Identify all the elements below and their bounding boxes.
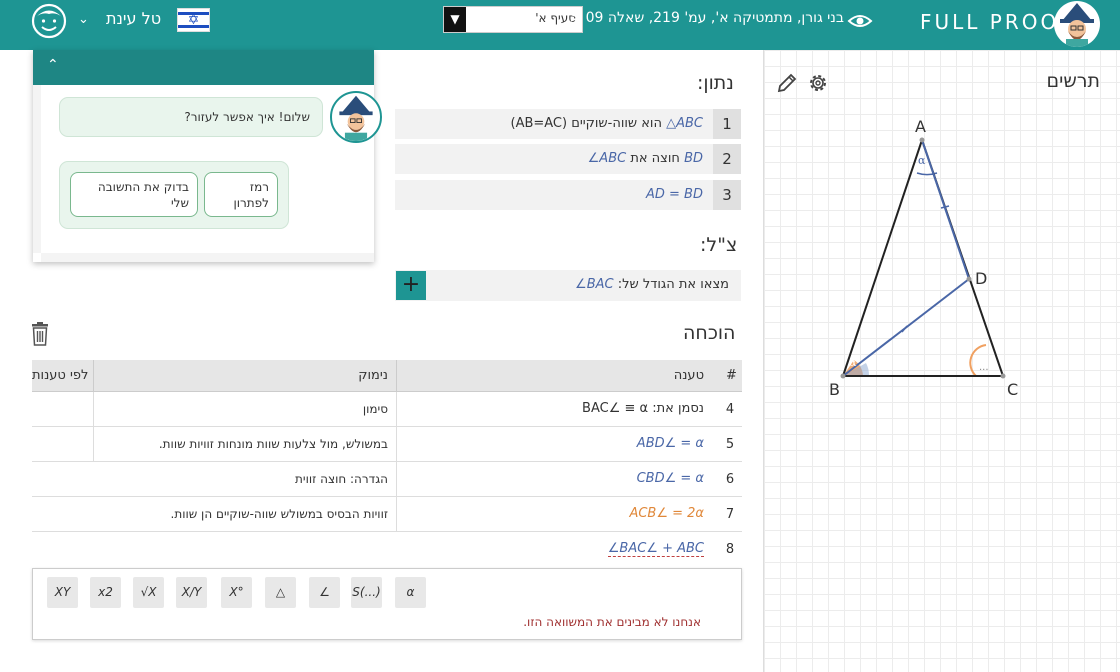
power-button[interactable]: x2 [90,577,121,608]
row-num: 8 [725,542,735,557]
row-reason[interactable]: סימון [363,402,388,416]
chat-header[interactable]: ⌃ [33,50,374,85]
top-bar: ⌄ טל עינת ✡ ▼ סעיף א' בני גורן, מתמטיקה … [0,0,1120,50]
segment-ad[interactable] [921,139,970,280]
row-claim[interactable]: ACB∠ = 2α [629,506,704,521]
given-math: ABC∠ [587,151,627,166]
col-num: # [726,368,737,383]
table-row[interactable]: 7 ACB∠ = 2α זוויות הבסיס במשולש שווה-שוק… [32,497,742,532]
israel-flag-icon[interactable]: ✡ [177,8,210,32]
given-row[interactable]: 3 AD = BD [395,180,741,210]
table-row[interactable]: 4 נסמן את: BAC∠ ≡ α סימון [32,392,742,427]
eye-icon[interactable] [847,8,873,34]
row-reason[interactable]: זוויות הבסיס במשולש שווה-שוקיים הן שוות. [171,507,389,521]
goal-title: צ"ל: [700,234,738,256]
triangle-button[interactable]: △ [265,577,296,608]
label-alpha-b: α [849,356,857,369]
given-math: AD = BD [646,187,703,202]
given-row-text: AD = BD [646,187,703,202]
given-row[interactable]: 1 ABC△ הוא שווה-שוקיים (AB=AC) [395,109,741,139]
sqrt-button[interactable]: √X [133,577,164,608]
label-c: C [1007,380,1018,399]
app-logo: FULL PROOF [920,10,1074,34]
given-row-num: 3 [713,180,741,210]
user-avatar-icon[interactable] [30,2,68,40]
col-claim: טענה [673,368,704,383]
chat-horizontal-scrollbar[interactable] [41,253,374,262]
label-alpha: α [918,154,926,167]
side-ab[interactable] [842,139,923,377]
math-editor[interactable]: XY x2 √X X/Y X° △ ∠ S(...) α אנחנו לא מב… [32,568,742,640]
triangle-diagram[interactable]: A B C D α α ... [763,50,1120,672]
angle-button[interactable]: ∠ [309,577,340,608]
chat-greeting: שלום! איך אפשר לעזור? [59,97,323,137]
degree-button[interactable]: X° [221,577,252,608]
assistant-chat: ⌃ שלום! איך אפשר לעזור? רמז לפתרון בדוק … [33,50,382,262]
chat-options: רמז לפתרון בדוק את התשובה שלי [59,161,289,229]
given-row-num: 1 [713,109,741,139]
section-select[interactable]: ▼ סעיף א' [443,6,583,33]
given-row-text: BD חוצה את ABC∠ [588,151,703,166]
chevron-up-icon[interactable]: ⌃ [47,57,59,73]
add-goal-button[interactable]: + [396,271,426,300]
check-answer-button[interactable]: בדוק את התשובה שלי [70,172,198,217]
label-d: D [975,269,987,288]
user-menu-chevron-icon[interactable]: ⌄ [78,12,89,27]
table-row-editing[interactable]: 8 BAC∠ + ABC∠ [32,532,742,567]
area-button[interactable]: S(...) [351,577,382,608]
label-dots: ... [979,362,989,373]
row-claim[interactable]: CBD∠ = α [637,471,704,486]
alpha-button[interactable]: α [395,577,426,608]
row-num: 6 [725,472,735,487]
col-reason: נימוק [358,368,388,383]
given-math: ABC△ [666,116,703,131]
given-row-num: 2 [713,144,741,174]
label-a: A [915,117,926,136]
error-message: אנחנו לא מבינים את המשוואה הזו. [523,615,701,629]
point-c[interactable] [1000,373,1006,379]
proof-table-header: # טענה נימוק לפי טענות [32,360,742,392]
breadcrumb[interactable]: בני גורן, מתמטיקה א', עמ' 219, שאלה 09 < [569,10,844,26]
wizard-logo-icon [1054,1,1100,47]
point-d[interactable] [966,276,972,282]
overline-button[interactable]: XY [47,577,78,608]
row-claim-input[interactable]: BAC∠ + ABC∠ [607,541,704,557]
table-row[interactable]: 6 CBD∠ = α הגדרה: חוצה זווית [32,462,742,497]
row-claim[interactable]: ABD∠ = α [637,436,704,451]
row-num: 7 [725,507,735,522]
point-a[interactable] [919,137,925,143]
col-by-claims: לפי טענות [32,368,89,383]
chat-scrollbar[interactable] [33,85,41,253]
hint-button[interactable]: רמז לפתרון [204,172,278,217]
proof-title: הוכחה [683,322,736,344]
point-b[interactable] [840,373,846,379]
trash-icon[interactable] [31,322,49,346]
row-reason[interactable]: במשולש, מול צלעות שוות מונחות זוויות שוו… [159,437,388,451]
chevron-down-icon[interactable]: ▼ [444,7,466,32]
row-num: 4 [725,402,735,417]
given-row-text: ABC△ הוא שווה-שוקיים (AB=AC) [510,116,703,131]
row-reason[interactable]: הגדרה: חוצה זווית [295,472,388,486]
given-title: נתון: [697,72,734,94]
table-row[interactable]: 5 ABD∠ = α במשולש, מול צלעות שוות מונחות… [32,427,742,462]
given-math: BD [684,151,703,166]
label-b: B [829,380,840,399]
breadcrumb-chevron-icon[interactable]: < [569,10,581,26]
given-row[interactable]: 2 BD חוצה את ABC∠ [395,144,741,174]
user-name[interactable]: טל עינת [106,9,161,28]
given-text: חוצה את [626,151,685,166]
tick-mark [940,205,950,209]
wizard-avatar-icon [330,91,382,143]
goal-text: מצאו את הגודל של: BAC∠ [575,277,729,292]
goal-label: מצאו את הגודל של: [613,277,729,292]
given-text: הוא שווה-שוקיים (AB=AC) [510,116,667,131]
fraction-button[interactable]: X/Y [176,577,207,608]
goal-row[interactable]: מצאו את הגודל של: BAC∠ [395,270,741,301]
goal-math: BAC∠ [575,277,614,292]
row-num: 5 [725,437,735,452]
row-claim[interactable]: נסמן את: BAC∠ ≡ α [582,401,704,416]
breadcrumb-text: בני גורן, מתמטיקה א', עמ' 219, שאלה 09 [585,10,844,26]
